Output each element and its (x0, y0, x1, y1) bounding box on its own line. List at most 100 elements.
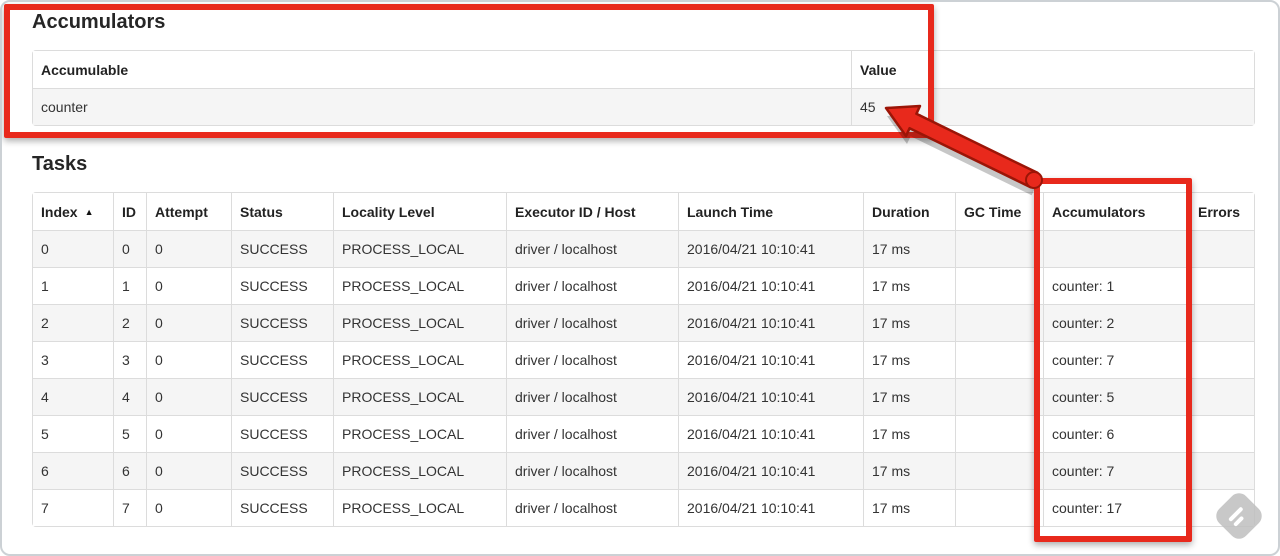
cell-id: 3 (113, 341, 146, 378)
cell-errors (1189, 304, 1254, 341)
task-row-2: 2 2 0 SUCCESS PROCESS_LOCAL driver / loc… (33, 304, 1254, 341)
col-header-executor-id-host[interactable]: Executor ID / Host (506, 193, 678, 230)
col-header-errors[interactable]: Errors (1189, 193, 1254, 230)
cell-status: SUCCESS (231, 489, 333, 526)
annotation-arrow-tail-cap (1025, 171, 1043, 189)
cell-executor-id-host: driver / localhost (506, 378, 678, 415)
cell-errors (1189, 267, 1254, 304)
cell-executor-id-host: driver / localhost (506, 230, 678, 267)
col-header-duration[interactable]: Duration (863, 193, 955, 230)
cell-errors (1189, 341, 1254, 378)
cell-gc-time (955, 452, 1043, 489)
col-header-status[interactable]: Status (231, 193, 333, 230)
cell-executor-id-host: driver / localhost (506, 267, 678, 304)
cell-executor-id-host: driver / localhost (506, 304, 678, 341)
cell-locality-level: PROCESS_LOCAL (333, 452, 506, 489)
cell-id: 2 (113, 304, 146, 341)
cell-attempt: 0 (146, 489, 231, 526)
cell-gc-time (955, 341, 1043, 378)
cell-executor-id-host: driver / localhost (506, 341, 678, 378)
cell-index: 4 (33, 378, 113, 415)
accumulators-section-title: Accumulators (32, 11, 166, 33)
accumulators-table: Accumulable Value counter 45 (32, 50, 1255, 126)
col-header-locality-level[interactable]: Locality Level (333, 193, 506, 230)
cell-accumulators: counter: 2 (1043, 304, 1189, 341)
cell-duration: 17 ms (863, 378, 955, 415)
cell-accumulable: counter (33, 88, 851, 125)
tasks-table: Index ▲ ID Attempt Status Locality Level … (32, 192, 1255, 527)
spark-ui-page: Accumulators Accumulable Value counter 4… (0, 0, 1280, 556)
cell-accumulators: counter: 7 (1043, 341, 1189, 378)
cell-duration: 17 ms (863, 230, 955, 267)
cell-duration: 17 ms (863, 304, 955, 341)
cell-gc-time (955, 489, 1043, 526)
col-header-id[interactable]: ID (113, 193, 146, 230)
cell-index: 6 (33, 452, 113, 489)
task-row-7: 7 7 0 SUCCESS PROCESS_LOCAL driver / loc… (33, 489, 1254, 526)
cell-index: 3 (33, 341, 113, 378)
cell-index: 1 (33, 267, 113, 304)
cell-index: 2 (33, 304, 113, 341)
cell-accumulators: counter: 1 (1043, 267, 1189, 304)
cell-attempt: 0 (146, 230, 231, 267)
cell-launch-time: 2016/04/21 10:10:41 (678, 415, 863, 452)
col-header-attempt[interactable]: Attempt (146, 193, 231, 230)
cell-locality-level: PROCESS_LOCAL (333, 267, 506, 304)
cell-launch-time: 2016/04/21 10:10:41 (678, 452, 863, 489)
cell-accumulators: counter: 7 (1043, 452, 1189, 489)
cell-status: SUCCESS (231, 378, 333, 415)
cell-executor-id-host: driver / localhost (506, 489, 678, 526)
cell-locality-level: PROCESS_LOCAL (333, 489, 506, 526)
annotation-arrow-shadow (887, 114, 1039, 196)
cell-locality-level: PROCESS_LOCAL (333, 378, 506, 415)
sort-ascending-icon: ▲ (84, 206, 94, 217)
cell-duration: 17 ms (863, 267, 955, 304)
task-row-5: 5 5 0 SUCCESS PROCESS_LOCAL driver / loc… (33, 415, 1254, 452)
col-header-accumulators[interactable]: Accumulators (1043, 193, 1189, 230)
col-header-accumulable: Accumulable (33, 51, 851, 88)
cell-status: SUCCESS (231, 415, 333, 452)
accumulators-header-row: Accumulable Value (33, 51, 1254, 88)
cell-launch-time: 2016/04/21 10:10:41 (678, 267, 863, 304)
cell-attempt: 0 (146, 452, 231, 489)
col-header-gc-time[interactable]: GC Time (955, 193, 1043, 230)
cell-id: 5 (113, 415, 146, 452)
cell-gc-time (955, 230, 1043, 267)
cell-attempt: 0 (146, 341, 231, 378)
cell-gc-time (955, 304, 1043, 341)
cell-executor-id-host: driver / localhost (506, 415, 678, 452)
cell-attempt: 0 (146, 415, 231, 452)
cell-executor-id-host: driver / localhost (506, 452, 678, 489)
cell-launch-time: 2016/04/21 10:10:41 (678, 304, 863, 341)
cell-accumulators (1043, 230, 1189, 267)
cell-attempt: 0 (146, 304, 231, 341)
cell-status: SUCCESS (231, 267, 333, 304)
cell-duration: 17 ms (863, 489, 955, 526)
accumulator-row: counter 45 (33, 88, 1254, 125)
tasks-section-title: Tasks (32, 153, 88, 175)
cell-attempt: 0 (146, 378, 231, 415)
cell-status: SUCCESS (231, 230, 333, 267)
col-header-value: Value (851, 51, 1254, 88)
cell-errors (1189, 230, 1254, 267)
cell-id: 1 (113, 267, 146, 304)
cell-accumulators: counter: 17 (1043, 489, 1189, 526)
cell-errors (1189, 415, 1254, 452)
cell-locality-level: PROCESS_LOCAL (333, 304, 506, 341)
cell-errors (1189, 452, 1254, 489)
cell-gc-time (955, 378, 1043, 415)
cell-locality-level: PROCESS_LOCAL (333, 341, 506, 378)
cell-id: 4 (113, 378, 146, 415)
col-header-index-label: Index (41, 203, 78, 220)
cell-accumulators: counter: 6 (1043, 415, 1189, 452)
col-header-index[interactable]: Index ▲ (33, 193, 113, 230)
col-header-launch-time[interactable]: Launch Time (678, 193, 863, 230)
cell-errors (1189, 489, 1254, 526)
cell-launch-time: 2016/04/21 10:10:41 (678, 378, 863, 415)
cell-duration: 17 ms (863, 341, 955, 378)
task-row-6: 6 6 0 SUCCESS PROCESS_LOCAL driver / loc… (33, 452, 1254, 489)
task-row-3: 3 3 0 SUCCESS PROCESS_LOCAL driver / loc… (33, 341, 1254, 378)
cell-launch-time: 2016/04/21 10:10:41 (678, 230, 863, 267)
cell-status: SUCCESS (231, 304, 333, 341)
cell-locality-level: PROCESS_LOCAL (333, 230, 506, 267)
